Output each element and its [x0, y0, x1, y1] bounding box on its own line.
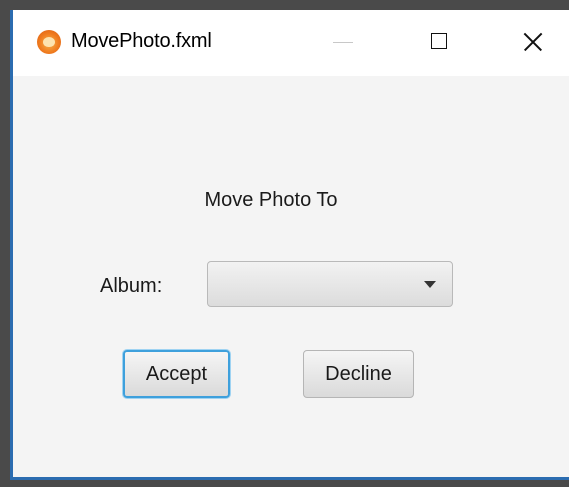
app-icon	[37, 30, 61, 54]
minimize-icon[interactable]	[323, 24, 363, 60]
accept-button[interactable]: Accept	[123, 350, 230, 398]
dialog-heading: Move Photo To	[204, 189, 338, 211]
chevron-down-icon	[424, 281, 436, 288]
maximize-icon[interactable]	[421, 24, 461, 60]
album-dropdown[interactable]	[207, 261, 453, 307]
move-photo-window: MovePhoto.fxml Move Photo To Album: Acce…	[10, 10, 569, 480]
window-title: MovePhoto.fxml	[71, 30, 212, 52]
album-label: Album:	[100, 275, 163, 297]
title-bar[interactable]: MovePhoto.fxml	[13, 10, 569, 76]
decline-button[interactable]: Decline	[303, 350, 414, 398]
dialog-content: Move Photo To Album: Accept Decline	[13, 76, 569, 477]
close-icon[interactable]	[513, 24, 553, 60]
